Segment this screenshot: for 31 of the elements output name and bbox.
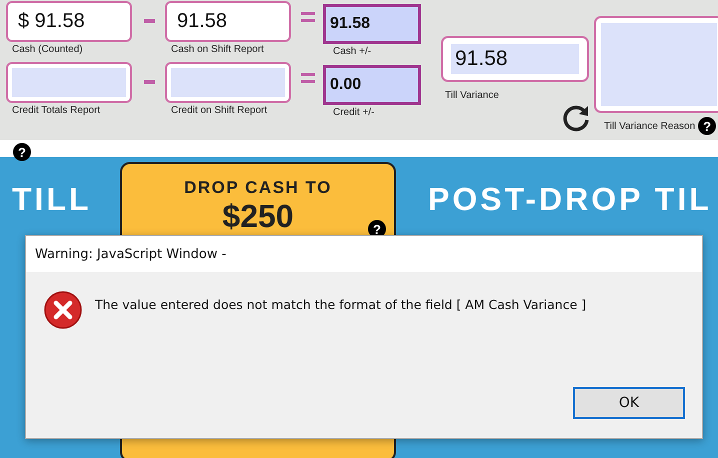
help-icon[interactable]: ? [698,117,716,135]
result-field[interactable]: 0.00 [323,65,421,105]
input-field[interactable]: $ 91.58 [6,1,132,42]
section-title: TILL [12,181,93,218]
drop-label: DROP CASH TO [184,178,332,198]
field-label: Credit Totals Report [12,105,100,116]
dialog-title: Warning: JavaScript Window - [35,246,226,262]
equals-sign-icon [301,72,315,84]
till-variance-field[interactable]: 91.58 [441,36,589,82]
field-label: Till Variance [445,90,500,101]
section-title: POST-DROP TIL [428,181,712,218]
field-label: Cash on Shift Report [171,44,264,55]
field-label: Credit on Shift Report [171,105,268,116]
ok-button[interactable]: OK [573,387,685,419]
field-label: Credit +/- [333,107,374,118]
field-label: Cash (Counted) [12,44,83,55]
help-icon[interactable]: ? [13,143,31,161]
minus-sign-icon [144,80,155,84]
refresh-icon[interactable] [561,103,591,133]
input-field[interactable] [165,62,291,103]
drop-amount: $250 [222,198,294,235]
input-field[interactable]: 91.58 [165,1,291,42]
field-label: Cash +/- [333,46,372,57]
equals-sign-icon [301,11,315,23]
minus-sign-icon [144,19,155,23]
input-field[interactable] [6,62,132,103]
dialog-message: The value entered does not match the format of the field [ AM Cash Variance ] [95,296,586,312]
error-icon [43,290,83,330]
reason-field[interactable] [594,16,718,113]
field-label: Till Variance Reason [604,120,696,132]
result-field[interactable]: 91.58 [323,4,421,44]
